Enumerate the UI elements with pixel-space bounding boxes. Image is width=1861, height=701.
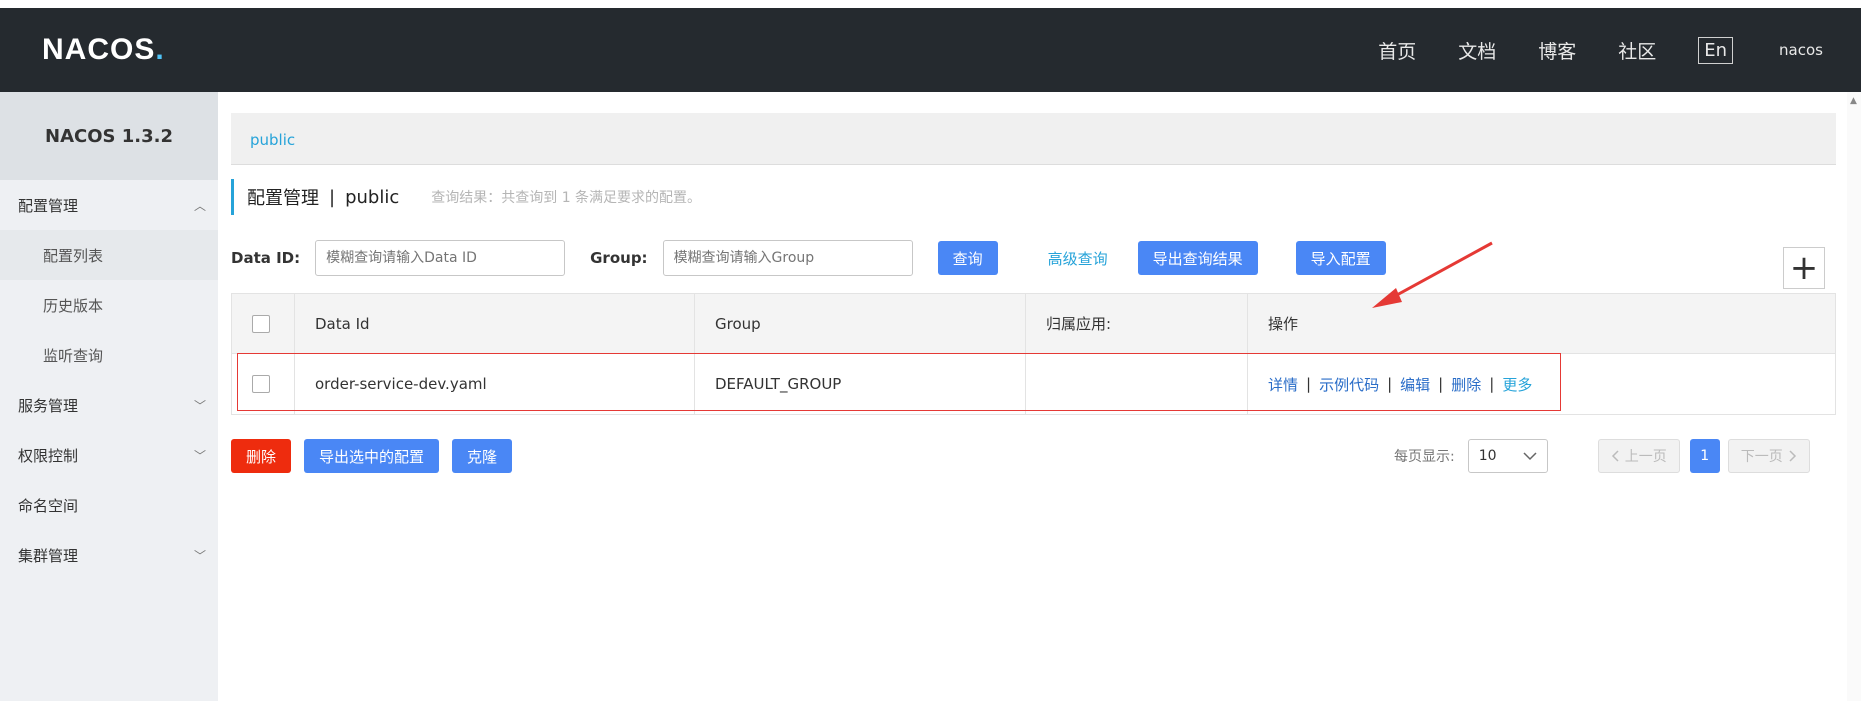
nav-docs[interactable]: 文档 xyxy=(1458,37,1496,64)
more-link[interactable]: 更多 xyxy=(1502,374,1532,395)
select-all-checkbox[interactable] xyxy=(252,314,270,333)
sidebar-item-history[interactable]: 历史版本 xyxy=(0,280,218,330)
page-number-current[interactable]: 1 xyxy=(1689,439,1720,473)
header-checkbox-cell xyxy=(232,294,295,353)
sidebar-item-config-management[interactable]: 配置管理 ︿ xyxy=(0,180,218,230)
ops-separator: | xyxy=(1306,375,1312,393)
per-page-value: 10 xyxy=(1478,448,1497,464)
clone-button[interactable]: 克隆 xyxy=(452,439,513,473)
title-separator: | xyxy=(329,186,336,208)
sidebar-item-config-list[interactable]: 配置列表 xyxy=(0,230,218,280)
prev-page-button[interactable]: 上一页 xyxy=(1597,439,1680,473)
sample-code-link[interactable]: 示例代码 xyxy=(1319,374,1379,395)
query-result-text: 查询结果：共查询到 1 条满足要求的配置。 xyxy=(431,190,702,206)
chevron-right-icon xyxy=(1789,450,1796,462)
row-checkbox-cell xyxy=(232,354,295,414)
table-header: Data Id Group 归属应用: 操作 xyxy=(232,294,1835,354)
namespace-public-link[interactable]: public xyxy=(250,131,295,149)
sidebar-item-listener-query[interactable]: 监听查询 xyxy=(0,330,218,380)
cell-ops: 详情 | 示例代码 | 编辑 | 删除 | 更多 xyxy=(1248,354,1835,414)
export-selected-button[interactable]: 导出选中的配置 xyxy=(304,439,440,473)
page-scrollbar[interactable]: ▲ xyxy=(1847,92,1861,701)
sidebar-item-label: 集群管理 xyxy=(18,546,79,565)
sidebar-item-label: 配置管理 xyxy=(18,196,79,215)
filter-bar: Data ID: Group: 查询 高级查询 导出查询结果 导入配置 xyxy=(231,240,1851,276)
header-data-id[interactable]: Data Id xyxy=(295,294,695,353)
nav-home[interactable]: 首页 xyxy=(1378,37,1416,64)
chevron-down-icon: ﹀ xyxy=(193,448,206,463)
sidebar-item-label: 历史版本 xyxy=(43,296,104,315)
ops-separator: | xyxy=(1387,375,1393,393)
bulk-actions: 删除 导出选中的配置 克隆 xyxy=(231,439,513,473)
sidebar-item-service-management[interactable]: 服务管理 ﹀ xyxy=(0,380,218,430)
nav-blog[interactable]: 博客 xyxy=(1538,37,1576,64)
nav-community[interactable]: 社区 xyxy=(1618,37,1656,64)
edit-link[interactable]: 编辑 xyxy=(1400,374,1430,395)
chevron-down-icon xyxy=(1523,451,1537,460)
delete-link[interactable]: 删除 xyxy=(1451,374,1481,395)
sidebar-item-label: 权限控制 xyxy=(18,446,79,465)
per-page-label: 每页显示: xyxy=(1394,449,1455,465)
logo-text: NACOS xyxy=(42,33,156,66)
pagination: 每页显示: 10 上一页 1 下一页 xyxy=(1394,439,1810,473)
namespace-bar: public xyxy=(231,113,1836,165)
chevron-down-icon: ﹀ xyxy=(193,548,206,563)
top-navbar: NACOS. 首页 文档 博客 社区 En nacos xyxy=(0,8,1861,92)
sidebar: NACOS 1.3.2 配置管理 ︿ 配置列表 历史版本 监听查询 服务管理 ﹀… xyxy=(0,92,218,701)
header-ops: 操作 xyxy=(1268,315,1299,333)
page-title: 配置管理 xyxy=(247,188,319,209)
chevron-down-icon: ﹀ xyxy=(193,398,206,413)
annotation-arrow-icon xyxy=(1372,241,1493,308)
next-page-button[interactable]: 下一页 xyxy=(1727,439,1810,473)
scroll-up-icon[interactable]: ▲ xyxy=(1850,96,1857,106)
sidebar-item-label: 配置列表 xyxy=(43,246,104,265)
delete-selected-button[interactable]: 删除 xyxy=(231,439,292,473)
logo-dot: . xyxy=(155,33,165,66)
sidebar-item-label: 服务管理 xyxy=(18,396,79,415)
ops-separator: | xyxy=(1489,375,1495,393)
chevron-left-icon xyxy=(1611,450,1619,462)
config-table: Data Id Group 归属应用: 操作 order-service-dev… xyxy=(231,293,1836,415)
query-button[interactable]: 查询 xyxy=(937,241,998,275)
main-content: public 配置管理 | public 查询结果：共查询到 1 条满足要求的配… xyxy=(218,92,1861,701)
sidebar-item-access-control[interactable]: 权限控制 ﹀ xyxy=(0,430,218,480)
chevron-up-icon: ︿ xyxy=(193,198,206,213)
sidebar-item-label: 监听查询 xyxy=(43,346,104,365)
export-query-result-button[interactable]: 导出查询结果 xyxy=(1137,241,1258,275)
sidebar-item-label: 命名空间 xyxy=(18,496,79,515)
advanced-query-link[interactable]: 高级查询 xyxy=(1048,248,1108,269)
cell-data-id: order-service-dev.yaml xyxy=(295,354,695,414)
data-id-label: Data ID: xyxy=(231,249,301,267)
page-namespace: public xyxy=(345,186,400,208)
language-switch[interactable]: En xyxy=(1698,36,1734,64)
detail-link[interactable]: 详情 xyxy=(1268,374,1298,395)
next-page-label: 下一页 xyxy=(1740,449,1783,465)
sidebar-item-cluster-management[interactable]: 集群管理 ﹀ xyxy=(0,530,218,580)
plus-icon: + xyxy=(1789,248,1819,288)
version-title: NACOS 1.3.2 xyxy=(0,92,218,180)
prev-page-label: 上一页 xyxy=(1624,449,1667,465)
sidebar-item-namespace[interactable]: 命名空间 xyxy=(0,480,218,530)
cell-app xyxy=(1026,354,1248,414)
table-row: order-service-dev.yaml DEFAULT_GROUP 详情 … xyxy=(232,354,1835,414)
nacos-logo[interactable]: NACOS. xyxy=(42,33,165,66)
page-header: 配置管理 | public 查询结果：共查询到 1 条满足要求的配置。 xyxy=(231,179,701,215)
row-checkbox[interactable] xyxy=(252,375,270,393)
user-name[interactable]: nacos xyxy=(1779,41,1823,59)
ops-separator: | xyxy=(1438,375,1444,393)
data-id-input[interactable] xyxy=(315,240,566,276)
add-config-button[interactable]: + xyxy=(1783,247,1825,289)
group-label: Group: xyxy=(590,249,648,267)
group-input[interactable] xyxy=(662,240,913,276)
header-group[interactable]: Group xyxy=(695,294,1026,353)
header-app: 归属应用: xyxy=(1026,294,1248,353)
per-page-select[interactable]: 10 xyxy=(1467,439,1548,473)
top-nav: 首页 文档 博客 社区 En nacos xyxy=(1336,8,1861,92)
cell-group: DEFAULT_GROUP xyxy=(695,354,1026,414)
